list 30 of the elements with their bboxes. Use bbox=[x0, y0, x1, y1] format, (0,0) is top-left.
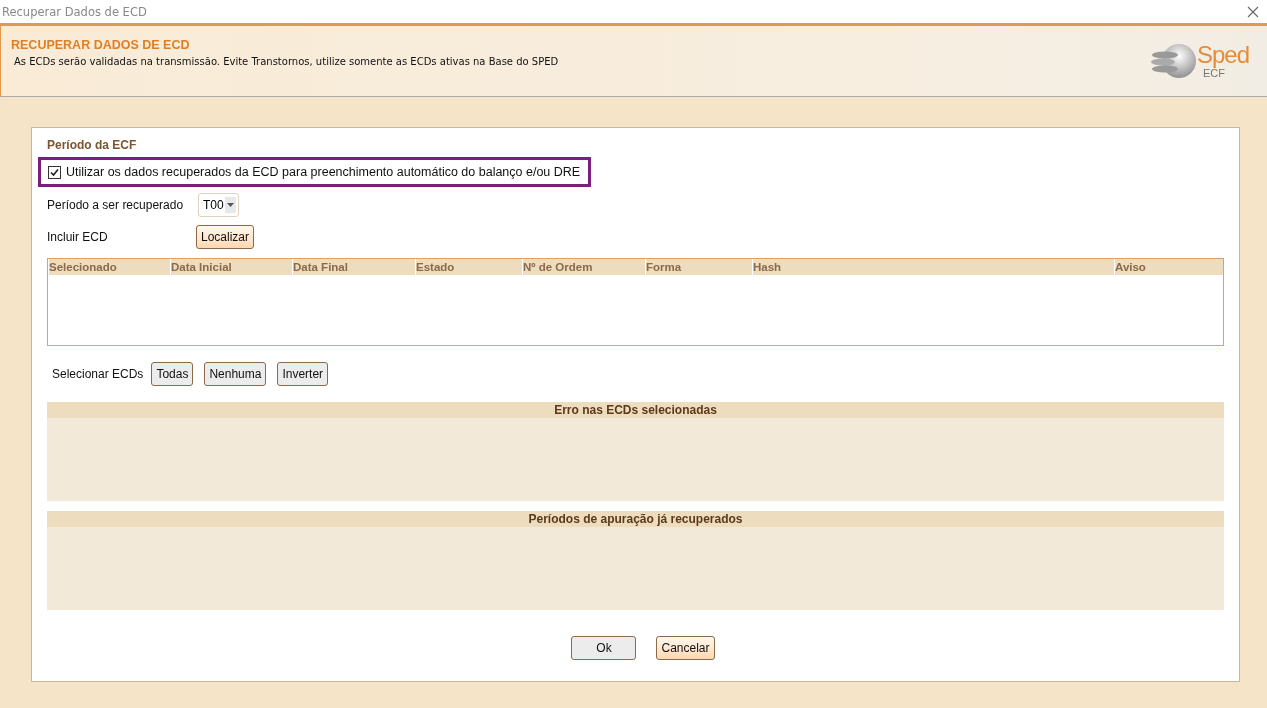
column-header: Nº de Ordem bbox=[522, 259, 645, 275]
field-label: Selecionar ECDs bbox=[52, 367, 144, 381]
period-dropdown[interactable]: T00 bbox=[198, 193, 239, 217]
field-label: Período a ser recuperado bbox=[47, 198, 185, 212]
localizar-button[interactable]: Localizar bbox=[196, 225, 255, 249]
column-header: Hash bbox=[752, 259, 1114, 275]
select-button[interactable]: Inverter bbox=[277, 362, 329, 386]
logo-subtext: ECF bbox=[1202, 67, 1225, 79]
column-header: Forma bbox=[645, 259, 752, 275]
header-title: RECUPERAR DADOS DE ECD bbox=[11, 38, 191, 52]
column-header: Selecionado bbox=[48, 259, 170, 275]
column-header: Data Inicial bbox=[170, 259, 292, 275]
field-label: Incluir ECD bbox=[47, 230, 109, 244]
select-button[interactable]: Todas bbox=[151, 362, 194, 386]
dialog-button[interactable]: Ok bbox=[571, 636, 637, 660]
close-icon[interactable] bbox=[1247, 5, 1259, 18]
dialog-button[interactable]: Cancelar bbox=[656, 636, 715, 660]
section-title: Período da ECF bbox=[47, 138, 138, 152]
checkbox-label: Utilizar os dados recuperados da ECD para preenchimento automático do balanço e/ou DRE bbox=[66, 165, 581, 179]
window-title: Recuperar Dados de ECD bbox=[2, 4, 147, 19]
column-header: Aviso bbox=[1114, 259, 1222, 275]
caret-icon bbox=[224, 197, 236, 213]
column-header: Estado bbox=[415, 259, 522, 275]
checkbox[interactable] bbox=[48, 165, 61, 179]
panel-title: Períodos de apuração já recuperados bbox=[47, 511, 1224, 527]
globe-icon bbox=[1150, 41, 1197, 81]
column-header: Data Final bbox=[292, 259, 415, 275]
select-button[interactable]: Nenhuma bbox=[204, 362, 267, 386]
panel-title: Erro nas ECDs selecionadas bbox=[47, 402, 1224, 418]
header-subtitle: As ECDs serão validadas na transmissão. Evite Transtornos, utilize somente as ECDs ativas na Base do SPED bbox=[14, 56, 559, 67]
